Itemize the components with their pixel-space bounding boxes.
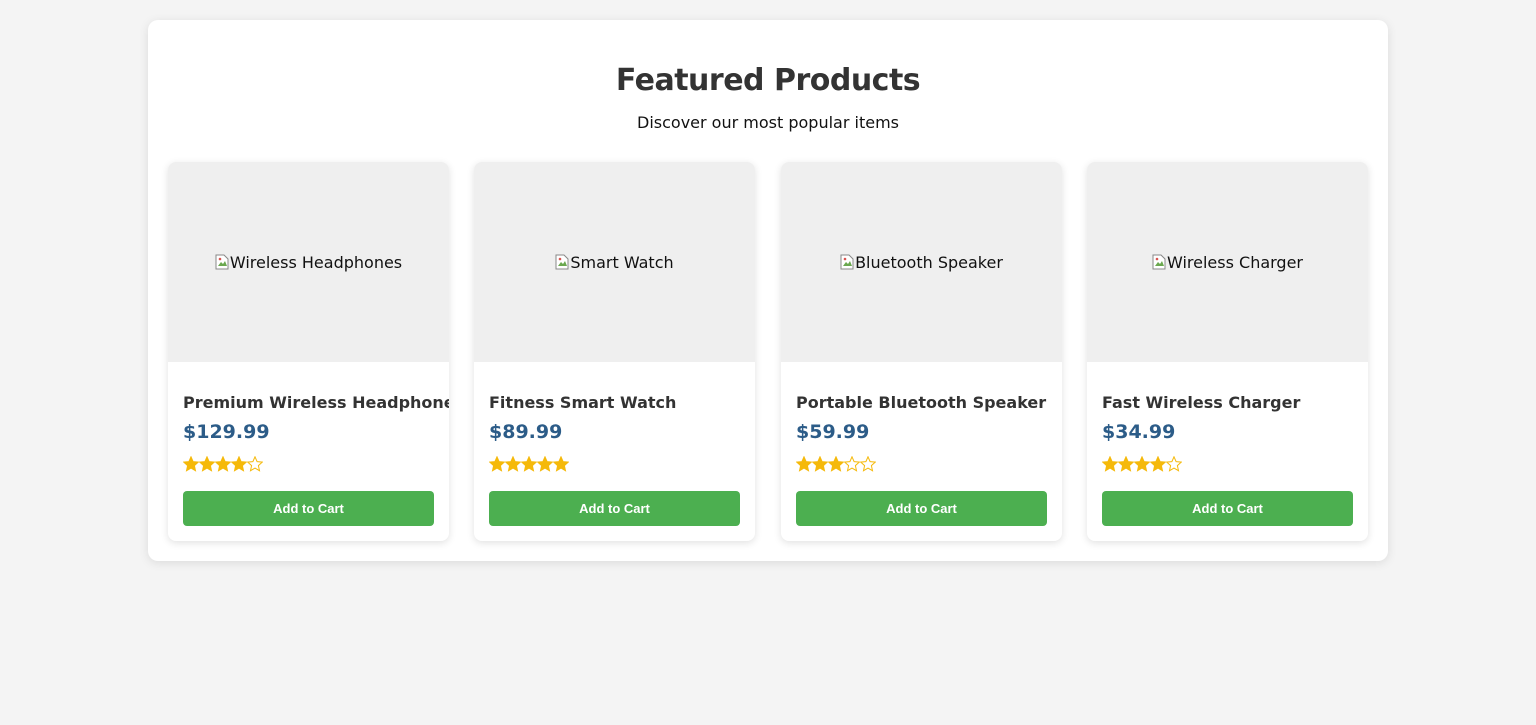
product-price: $129.99: [183, 421, 270, 443]
star-filled-icon: [504, 455, 522, 472]
product-name: Premium Wireless Headphones: [183, 393, 449, 412]
star-filled-icon: [1117, 455, 1135, 472]
star-filled-icon: [795, 455, 813, 472]
broken-image-icon: [215, 254, 229, 270]
product-rating: [182, 454, 264, 474]
product-grid: Wireless Headphones Premium Wireless Hea…: [168, 162, 1368, 541]
product-image-alt-text: Smart Watch: [570, 252, 674, 272]
broken-image-icon: [840, 254, 854, 270]
page-subtitle: Discover our most popular items: [637, 113, 899, 132]
star-filled-icon: [1133, 455, 1151, 472]
product-rating: [795, 454, 877, 474]
star-filled-icon: [552, 455, 570, 472]
product-name: Fitness Smart Watch: [489, 393, 677, 412]
product-card: Wireless Headphones Premium Wireless Hea…: [168, 162, 449, 541]
product-card: Smart Watch Fitness Smart Watch $89.99 A…: [474, 162, 755, 541]
product-image-alt: Wireless Headphones: [215, 253, 402, 272]
product-price: $89.99: [489, 421, 563, 443]
product-image: Wireless Headphones: [168, 162, 449, 362]
add-to-cart-button[interactable]: Add to Cart: [1102, 491, 1353, 526]
product-image-alt: Bluetooth Speaker: [840, 253, 1003, 272]
star-empty-icon: [246, 455, 264, 472]
star-filled-icon: [214, 455, 232, 472]
add-to-cart-button[interactable]: Add to Cart: [183, 491, 434, 526]
product-image-alt-text: Bluetooth Speaker: [855, 252, 1003, 272]
star-filled-icon: [520, 455, 538, 472]
broken-image-icon: [555, 254, 569, 270]
product-price: $59.99: [796, 421, 870, 443]
star-filled-icon: [827, 455, 845, 472]
product-price: $34.99: [1102, 421, 1176, 443]
add-to-cart-button[interactable]: Add to Cart: [489, 491, 740, 526]
page-title: Featured Products: [615, 63, 921, 98]
star-filled-icon: [230, 455, 248, 472]
product-image: Smart Watch: [474, 162, 755, 362]
product-image-alt: Smart Watch: [555, 252, 674, 272]
star-filled-icon: [1149, 455, 1167, 472]
product-card: Wireless Charger Fast Wireless Charger $…: [1087, 162, 1368, 541]
product-image: Bluetooth Speaker: [781, 162, 1062, 362]
product-rating: [1101, 454, 1183, 474]
add-to-cart-button[interactable]: Add to Cart: [796, 491, 1047, 526]
broken-image-icon: [1152, 254, 1166, 270]
star-filled-icon: [488, 455, 506, 472]
star-filled-icon: [811, 455, 829, 472]
featured-products-panel: Featured Products Discover our most popu…: [148, 20, 1388, 561]
product-rating: [488, 454, 570, 474]
product-card: Bluetooth Speaker Portable Bluetooth Spe…: [781, 162, 1062, 541]
star-empty-icon: [1165, 455, 1183, 472]
product-image: Wireless Charger: [1087, 162, 1368, 362]
product-image-alt-text: Wireless Headphones: [229, 252, 403, 272]
product-image-alt-text: Wireless Charger: [1166, 252, 1304, 272]
star-empty-icon: [859, 455, 877, 472]
product-name: Portable Bluetooth Speaker: [796, 393, 1047, 412]
star-filled-icon: [182, 455, 200, 472]
star-filled-icon: [1101, 455, 1119, 472]
product-image-alt: Wireless Charger: [1152, 253, 1303, 272]
star-empty-icon: [843, 455, 861, 472]
product-name: Fast Wireless Charger: [1102, 393, 1301, 412]
star-filled-icon: [198, 455, 216, 472]
star-filled-icon: [536, 455, 554, 472]
